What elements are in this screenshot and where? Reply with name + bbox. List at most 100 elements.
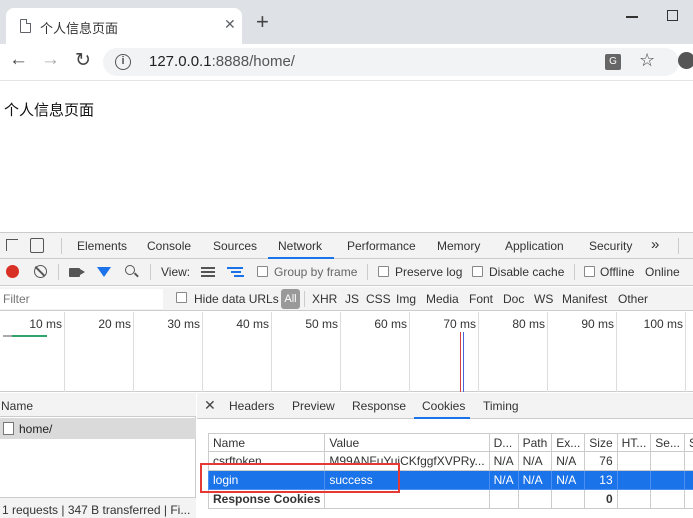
back-arrow-icon[interactable]: ← (9, 49, 28, 71)
type-filter-css[interactable]: CSS (366, 292, 391, 306)
forward-arrow-icon[interactable]: → (41, 49, 60, 71)
large-rows-icon[interactable] (201, 267, 215, 277)
divider (61, 238, 62, 254)
devtools-main-tabs: Elements Console Sources Network Perform… (0, 232, 693, 259)
tab-application[interactable]: Application (505, 239, 564, 253)
profile-avatar-icon[interactable] (678, 52, 693, 69)
tab-network[interactable]: Network (278, 239, 322, 253)
type-filter-font[interactable]: Font (469, 292, 493, 306)
filter-input[interactable] (0, 289, 163, 309)
url-text[interactable]: 127.0.0.1:8888/home/ (149, 53, 295, 70)
type-filter-other[interactable]: Other (618, 292, 648, 306)
type-filter-all[interactable]: All (281, 289, 300, 309)
preserve-log-label: Preserve log (395, 265, 463, 279)
cookie-domain: N/A (488, 470, 519, 490)
inspect-element-icon[interactable] (6, 239, 18, 251)
type-filter-xhr[interactable]: XHR (312, 292, 337, 306)
divider (574, 264, 575, 280)
group-by-frame-checkbox[interactable] (257, 266, 268, 277)
maximize-icon[interactable] (667, 10, 678, 21)
column-header[interactable]: Name (207, 433, 326, 452)
type-filter-js[interactable]: JS (345, 292, 359, 306)
request-row[interactable]: home/ (0, 418, 196, 439)
tab-performance[interactable]: Performance (347, 239, 416, 253)
tick-label: 10 ms (29, 317, 62, 331)
cookie-httponly (616, 470, 652, 490)
capture-screenshots-icon[interactable] (69, 268, 85, 277)
tab-console[interactable]: Console (147, 239, 191, 253)
tab-elements[interactable]: Elements (77, 239, 127, 253)
dom-content-loaded-marker (463, 332, 464, 392)
type-filter-manifest[interactable]: Manifest (562, 292, 607, 306)
column-header[interactable]: S (683, 433, 693, 452)
tab-sources[interactable]: Sources (213, 239, 257, 253)
filter-icon[interactable] (97, 267, 111, 277)
column-header[interactable]: Se... (650, 433, 685, 452)
search-icon[interactable] (125, 265, 135, 275)
minimize-icon[interactable] (626, 16, 638, 18)
record-icon[interactable] (6, 265, 19, 278)
active-tab-indicator (414, 417, 470, 419)
overview-icon[interactable] (227, 267, 243, 277)
tick-label: 100 ms (643, 317, 683, 331)
tick-label: 90 ms (581, 317, 614, 331)
network-overview[interactable]: 10 ms 20 ms 30 ms 40 ms 50 ms 60 ms 70 m… (0, 312, 693, 392)
divider (304, 291, 305, 307)
column-header[interactable]: Ex... (551, 433, 586, 452)
close-tab-icon[interactable]: ✕ (224, 16, 236, 33)
name-column-header[interactable]: Name (1, 399, 33, 413)
device-toolbar-icon[interactable] (30, 238, 44, 253)
column-header[interactable]: Value (324, 433, 490, 452)
hide-data-urls-label: Hide data URLs (194, 292, 279, 306)
tick-label: 20 ms (98, 317, 131, 331)
tick-line (478, 312, 479, 392)
tick-line (409, 312, 410, 392)
tab-headers[interactable]: Headers (229, 399, 274, 413)
info-icon[interactable]: i (115, 54, 131, 70)
requests-pane: Name home/ 1 requests | 347 B transferre… (0, 393, 196, 518)
cookie-secure (650, 470, 685, 490)
close-detail-icon[interactable]: ✕ (204, 397, 216, 414)
request-detail-pane: ✕ Headers Preview Response Cookies Timin… (197, 393, 693, 518)
requests-header[interactable]: Name (0, 393, 196, 417)
reload-icon[interactable]: ↻ (75, 49, 91, 72)
browser-tab[interactable]: 个人信息页面 ✕ (6, 8, 242, 44)
type-filter-doc[interactable]: Doc (503, 292, 524, 306)
detail-tabs: ✕ Headers Preview Response Cookies Timin… (197, 393, 693, 419)
type-filter-media[interactable]: Media (426, 292, 459, 306)
tick-label: 50 ms (305, 317, 338, 331)
cookie-httponly (616, 451, 652, 471)
network-toolbar: View: Group by frame Preserve log Disabl… (0, 259, 693, 286)
address-bar[interactable]: i 127.0.0.1:8888/home/ G ☆ (103, 48, 679, 76)
tab-preview[interactable]: Preview (292, 399, 335, 413)
bookmark-star-icon[interactable]: ☆ (639, 50, 655, 71)
type-filter-ws[interactable]: WS (534, 292, 553, 306)
clear-icon[interactable] (34, 265, 47, 278)
tab-cookies[interactable]: Cookies (422, 399, 465, 413)
tab-security[interactable]: Security (589, 239, 632, 253)
tab-timing[interactable]: Timing (483, 399, 519, 413)
new-tab-button[interactable]: + (256, 11, 269, 33)
divider (58, 264, 59, 280)
more-tabs-icon[interactable]: » (651, 236, 659, 253)
cookie-domain: N/A (488, 451, 519, 471)
hide-data-urls-checkbox[interactable] (176, 292, 187, 303)
throttling-select[interactable]: Online (645, 265, 680, 279)
disable-cache-checkbox[interactable] (472, 266, 483, 277)
type-filter-img[interactable]: Img (396, 292, 416, 306)
column-header[interactable]: HT... (616, 433, 652, 452)
column-header[interactable]: Size (584, 433, 618, 452)
tick-line (64, 312, 65, 392)
tab-response[interactable]: Response (352, 399, 406, 413)
group-cell (551, 489, 586, 509)
group-cell (616, 489, 652, 509)
column-header[interactable]: Path (517, 433, 553, 452)
translate-icon[interactable]: G (605, 54, 621, 70)
load-event-marker (460, 332, 461, 392)
tick-line (271, 312, 272, 392)
column-header[interactable]: D... (488, 433, 519, 452)
offline-checkbox[interactable] (584, 266, 595, 277)
preserve-log-checkbox[interactable] (378, 266, 389, 277)
tab-memory[interactable]: Memory (437, 239, 480, 253)
cookie-expires: N/A (551, 451, 586, 471)
